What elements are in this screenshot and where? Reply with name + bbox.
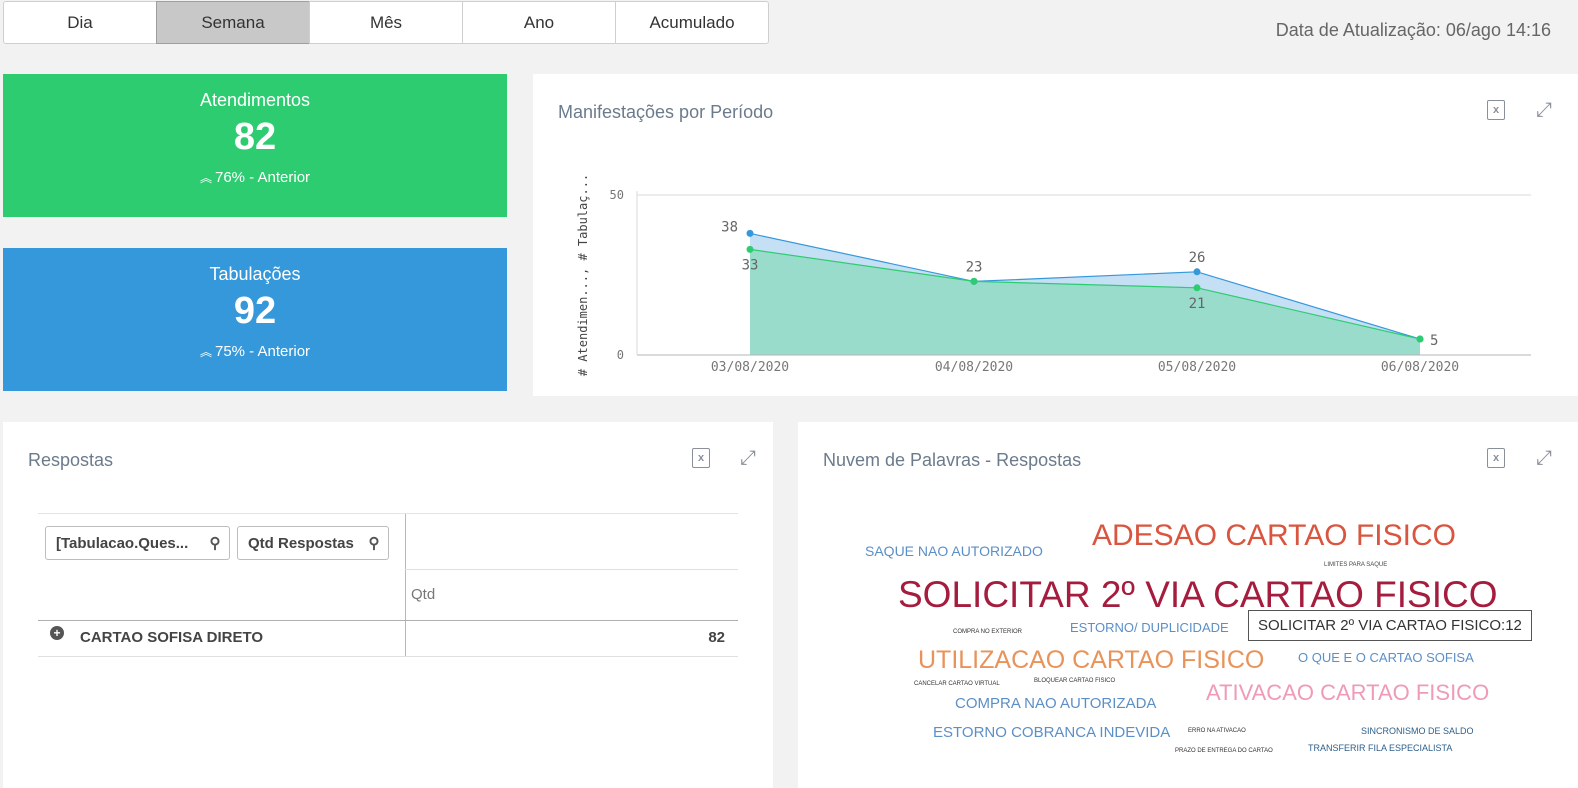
data-label: 38: [721, 219, 738, 235]
y-tick-label: 0: [617, 348, 624, 362]
kpi-title: Atendimentos: [199, 90, 311, 110]
x-tick-label: 04/08/2020: [935, 360, 1013, 375]
kpi-value: 92: [233, 290, 277, 332]
chart-panel: Manifestações por Período x ⤢ 38 26 33 23 21…: [533, 74, 1578, 396]
search-icon: ⚲: [209, 535, 221, 552]
cloud-word[interactable]: TRANSFERIR FILA ESPECIALISTA: [1308, 744, 1452, 753]
table-divider: [38, 656, 738, 657]
tab-semana[interactable]: Semana: [156, 1, 310, 44]
x-tick-label: 05/08/2020: [1158, 360, 1236, 375]
cloud-word[interactable]: SOLICITAR 2º VIA CARTAO FISICO: [898, 576, 1497, 613]
expand-icon[interactable]: ⤢: [739, 447, 757, 469]
filter-label: [Tabulacao.Ques...: [56, 534, 189, 552]
word-cloud-panel: Nuvem de Palavras - Respostas x ⤢ SAQUE …: [798, 422, 1578, 788]
excel-export-icon[interactable]: x: [692, 448, 710, 468]
cloud-word[interactable]: SAQUE NAO AUTORIZADO: [865, 544, 1043, 558]
data-point: [1193, 268, 1201, 276]
data-point: [1193, 284, 1201, 292]
measure-search-filter[interactable]: Qtd Respostas ⚲: [237, 526, 389, 560]
data-label: 5: [1430, 333, 1438, 349]
double-chevron-up-icon: ︽: [199, 170, 212, 185]
kpi-delta: ︽ 76% - Anterior: [3, 169, 507, 186]
pivot-table: [Tabulacao.Ques... ⚲ Qtd Respostas ⚲ Qtd…: [38, 513, 738, 657]
data-point: [746, 229, 754, 237]
data-label: 26: [1189, 250, 1206, 266]
word-tooltip: SOLICITAR 2º VIA CARTAO FISICO:12: [1248, 610, 1532, 641]
cloud-word[interactable]: UTILIZACAO CARTAO FISICO: [918, 648, 1264, 673]
kpi-atendimentos[interactable]: Atendimentos 82 ︽ 76% - Anterior: [3, 74, 507, 217]
expand-row-icon[interactable]: +: [50, 626, 64, 640]
respostas-title: Respostas: [28, 450, 114, 470]
table-row-label: CARTAO SOFISA DIRETO: [80, 629, 264, 646]
filter-label: Qtd Respostas: [248, 534, 354, 552]
cloud-word[interactable]: ESTORNO COBRANCA INDEVIDA: [933, 725, 1170, 740]
expand-icon[interactable]: ⤢: [1535, 447, 1553, 469]
x-tick-label: 06/08/2020: [1381, 360, 1459, 375]
cloud-word[interactable]: BLOQUEAR CARTAO FISICO: [1034, 678, 1115, 684]
cloud-word[interactable]: LIMITES PARA SAQUE: [1324, 562, 1387, 568]
tab-mes[interactable]: Mês: [309, 1, 463, 44]
excel-export-icon[interactable]: x: [1487, 448, 1505, 468]
kpi-tabulacoes[interactable]: Tabulações 92 ︽ 75% - Anterior: [3, 248, 507, 391]
x-tick-label: 03/08/2020: [711, 360, 789, 375]
data-point: [970, 277, 978, 285]
cloud-word[interactable]: O QUE E O CARTAO SOFISA: [1298, 651, 1474, 664]
cloud-word[interactable]: ADESAO CARTAO FISICO: [1092, 521, 1456, 551]
kpi-delta: ︽ 75% - Anterior: [3, 343, 507, 360]
tab-acumulado[interactable]: Acumulado: [615, 1, 769, 44]
y-axis-label: # Atendimen..., # Tabulaç...: [576, 174, 590, 376]
kpi-title: Tabulações: [209, 264, 301, 284]
respostas-panel: Respostas x ⤢ [Tabulacao.Ques... ⚲ Qtd R…: [3, 422, 773, 788]
dimension-search-filter[interactable]: [Tabulacao.Ques... ⚲: [45, 526, 230, 560]
period-tabs: Dia Semana Mês Ano Acumulado: [3, 1, 769, 44]
series-area: [750, 249, 1420, 355]
table-divider: [405, 569, 738, 570]
y-tick-label: 50: [610, 188, 624, 202]
cloud-word[interactable]: CANCELAR CARTAO VIRTUAL: [914, 681, 1000, 687]
tab-ano[interactable]: Ano: [462, 1, 616, 44]
column-header-qtd: Qtd: [411, 586, 436, 603]
table-divider: [38, 620, 738, 621]
cloud-word[interactable]: ATIVACAO CARTAO FISICO: [1206, 682, 1489, 704]
table-divider: [405, 514, 406, 657]
cloud-word[interactable]: COMPRA NAO AUTORIZADA: [955, 696, 1156, 711]
update-timestamp: Data de Atualização: 06/ago 14:16: [1275, 20, 1551, 40]
cloud-word[interactable]: SINCRONISMO DE SALDO: [1361, 727, 1474, 736]
kpi-delta-text: 76% - Anterior: [214, 168, 311, 186]
area-chart[interactable]: 38 26 33 23 21 5 50 0 # Atendimen..., # Tabulaç…: [533, 74, 1578, 396]
data-point: [1416, 335, 1424, 343]
kpi-value: 82: [233, 116, 277, 158]
search-icon: ⚲: [368, 535, 380, 552]
data-label: 23: [966, 259, 983, 275]
cloud-title: Nuvem de Palavras - Respostas: [823, 450, 1082, 470]
cloud-word[interactable]: PRAZO DE ENTREGA DO CARTAO: [1175, 748, 1273, 754]
data-point: [746, 245, 754, 253]
data-label: 21: [1189, 296, 1206, 312]
double-chevron-up-icon: ︽: [199, 344, 212, 359]
data-label: 33: [742, 257, 759, 273]
kpi-delta-text: 75% - Anterior: [214, 342, 311, 360]
tab-dia[interactable]: Dia: [3, 1, 157, 44]
cloud-word[interactable]: ERRO NA ATIVACAO: [1188, 728, 1246, 734]
cloud-word[interactable]: ESTORNO/ DUPLICIDADE: [1070, 621, 1229, 634]
cloud-word[interactable]: COMPRA NO EXTERIOR: [953, 629, 1022, 635]
table-row-value: 82: [708, 629, 725, 646]
